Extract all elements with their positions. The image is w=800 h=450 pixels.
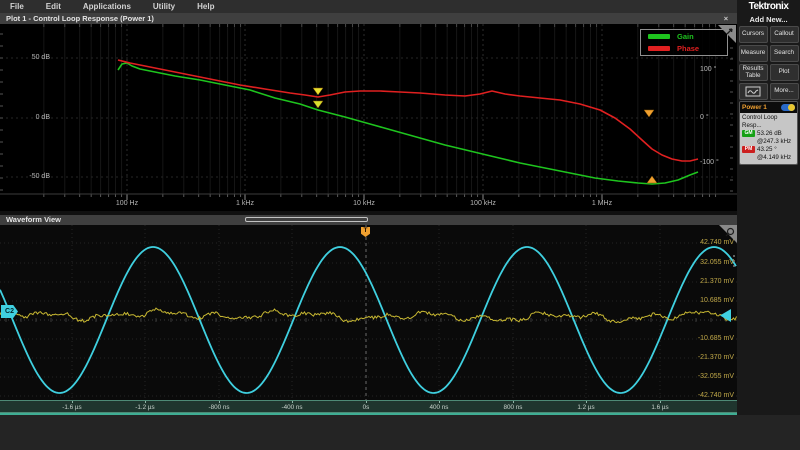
power1-badge-body: Control Loop Resp... GM53.26 dB @247.3 k… xyxy=(740,113,797,164)
waveform-canvas xyxy=(0,225,737,400)
volt-tick-label: -42.740 mV xyxy=(688,392,734,399)
zoom-overview-track[interactable]: 0 xyxy=(245,217,368,222)
time-tick-mark xyxy=(292,401,293,403)
volt-tick-label: -21.370 mV xyxy=(688,354,734,361)
time-tick-mark xyxy=(145,401,146,403)
volt-tick-label: 32.055 mV xyxy=(688,259,734,266)
gm-chip: GM xyxy=(742,130,755,137)
power1-toggle[interactable] xyxy=(781,104,795,111)
menu-bar: File Edit Applications Utility Help xyxy=(0,0,737,13)
time-tick-mark xyxy=(72,401,73,403)
measure-button[interactable]: Measure xyxy=(739,45,768,62)
time-tick-label: 0s xyxy=(348,404,384,411)
gm-value: 53.26 dB xyxy=(757,130,782,137)
phase-curve xyxy=(118,60,698,161)
scope-app-icon xyxy=(745,86,761,97)
add-new-label: Add New... xyxy=(737,12,800,26)
callout-button[interactable]: Callout xyxy=(770,26,799,43)
db-tick-label: 0 dB xyxy=(18,114,50,121)
time-tick-mark xyxy=(366,401,367,403)
plot-legend: Gain Phase xyxy=(640,29,728,56)
zoom-magnifier-icon[interactable] xyxy=(719,225,737,243)
plot-button[interactable]: Plot xyxy=(770,64,799,81)
time-tick-label: 400 ns xyxy=(421,404,457,411)
time-tick-label: -1.2 µs xyxy=(127,404,163,411)
results-table-button[interactable]: Results Table xyxy=(739,64,768,81)
close-icon[interactable]: × xyxy=(721,13,731,24)
margin-marker xyxy=(313,88,323,95)
time-tick-label: 1.2 µs xyxy=(568,404,604,411)
deg-tick-label: -100 ° xyxy=(700,159,734,166)
toggle-knob xyxy=(788,104,795,111)
deg-tick-label: 100 ° xyxy=(700,66,734,73)
phase-swatch xyxy=(648,46,670,51)
db-tick-label: -50 dB xyxy=(18,173,50,180)
time-tick-mark xyxy=(439,401,440,403)
freq-tick-label: 100 Hz xyxy=(107,200,147,207)
time-tick-mark xyxy=(586,401,587,403)
time-tick-label: 1.6 µs xyxy=(642,404,678,411)
time-tick-label: -400 ns xyxy=(274,404,310,411)
freq-tick-label: 1 kHz xyxy=(225,200,265,207)
menu-edit[interactable]: Edit xyxy=(46,2,61,11)
margin-marker xyxy=(647,176,657,183)
legend-gain-label: Gain xyxy=(677,32,694,41)
time-tick-mark xyxy=(660,401,661,403)
search-button[interactable]: Search xyxy=(770,45,799,62)
right-sidebar: Tektronix Add New... Cursors Callout Mea… xyxy=(737,0,800,415)
pm-chip: PM xyxy=(742,146,755,153)
expand-plot-icon[interactable] xyxy=(718,25,736,43)
tektronix-logo: Tektronix xyxy=(737,0,800,12)
menu-help[interactable]: Help xyxy=(197,2,214,11)
bode-plot[interactable]: 50 dB 0 dB -50 dB 100 ° 0 ° -100 ° 100 Hz 1 k… xyxy=(0,24,737,211)
bottom-bar: Ch 1 500 µV/div 1 MΩ 20 MHz Ch 2 10.685 … xyxy=(0,415,800,450)
time-tick-mark xyxy=(219,401,220,403)
more-button[interactable]: More... xyxy=(770,83,799,100)
waveform-plot[interactable]: T C2 42.740 mV32.055 mV21.370 mV10.685 m… xyxy=(0,225,737,400)
time-tick-label: -800 ns xyxy=(201,404,237,411)
sidebar-button-grid: Cursors Callout Measure Search Results T… xyxy=(737,26,800,100)
pm-row: PM43.25 ° xyxy=(742,146,795,154)
deg-tick-label: 0 ° xyxy=(700,114,734,121)
volt-tick-label: -32.055 mV xyxy=(688,373,734,380)
plot1-title-bar[interactable]: Plot 1 - Control Loop Response (Power 1)… xyxy=(0,13,737,24)
plot1-title: Plot 1 - Control Loop Response (Power 1) xyxy=(6,14,154,23)
waveform-title: Waveform View xyxy=(6,215,61,224)
gain-curve xyxy=(118,63,698,184)
waveform-title-bar[interactable]: Waveform View 0 xyxy=(0,215,737,225)
volt-tick-label: 10.685 mV xyxy=(688,297,734,304)
time-tick-label: 800 ns xyxy=(495,404,531,411)
pm-value: 43.25 ° xyxy=(757,146,777,153)
legend-phase-row: Phase xyxy=(648,44,720,53)
cursors-button[interactable]: Cursors xyxy=(739,26,768,43)
menu-applications[interactable]: Applications xyxy=(83,2,131,11)
bode-canvas xyxy=(0,24,737,211)
volt-tick-label: -10.685 mV xyxy=(688,335,734,342)
freq-tick-label: 100 kHz xyxy=(463,200,503,207)
time-tick-label: -1.6 µs xyxy=(54,404,90,411)
margin-marker xyxy=(313,101,323,108)
menu-file[interactable]: File xyxy=(10,2,24,11)
power1-measure-name: Control Loop Resp... xyxy=(742,114,795,130)
freq-tick-label: 10 kHz xyxy=(344,200,384,207)
time-axis-strip: -1.6 µs -1.2 µs -800 ns -400 ns 0s 400 ns 800 … xyxy=(0,400,737,413)
gm-row: GM53.26 dB xyxy=(742,130,795,138)
db-tick-label: 50 dB xyxy=(18,54,50,61)
freq-tick-label: 1 MHz xyxy=(582,200,622,207)
margin-marker xyxy=(644,110,654,117)
menu-utility[interactable]: Utility xyxy=(153,2,175,11)
legend-gain-row: Gain xyxy=(648,32,720,41)
volt-tick-label: 21.370 mV xyxy=(688,278,734,285)
time-tick-mark xyxy=(513,401,514,403)
power1-badge-header: Power 1 xyxy=(740,102,797,113)
gm-frequency: @247.3 kHz xyxy=(742,138,795,146)
apps-icon-button[interactable] xyxy=(739,83,768,100)
pm-frequency: @4.149 kHz xyxy=(742,154,795,162)
sidebar-drawer-handle[interactable] xyxy=(733,252,735,270)
gain-swatch xyxy=(648,34,670,39)
legend-phase-label: Phase xyxy=(677,44,699,53)
power1-title: Power 1 xyxy=(742,104,767,111)
power1-badge[interactable]: Power 1 Control Loop Resp... GM53.26 dB … xyxy=(739,101,798,165)
